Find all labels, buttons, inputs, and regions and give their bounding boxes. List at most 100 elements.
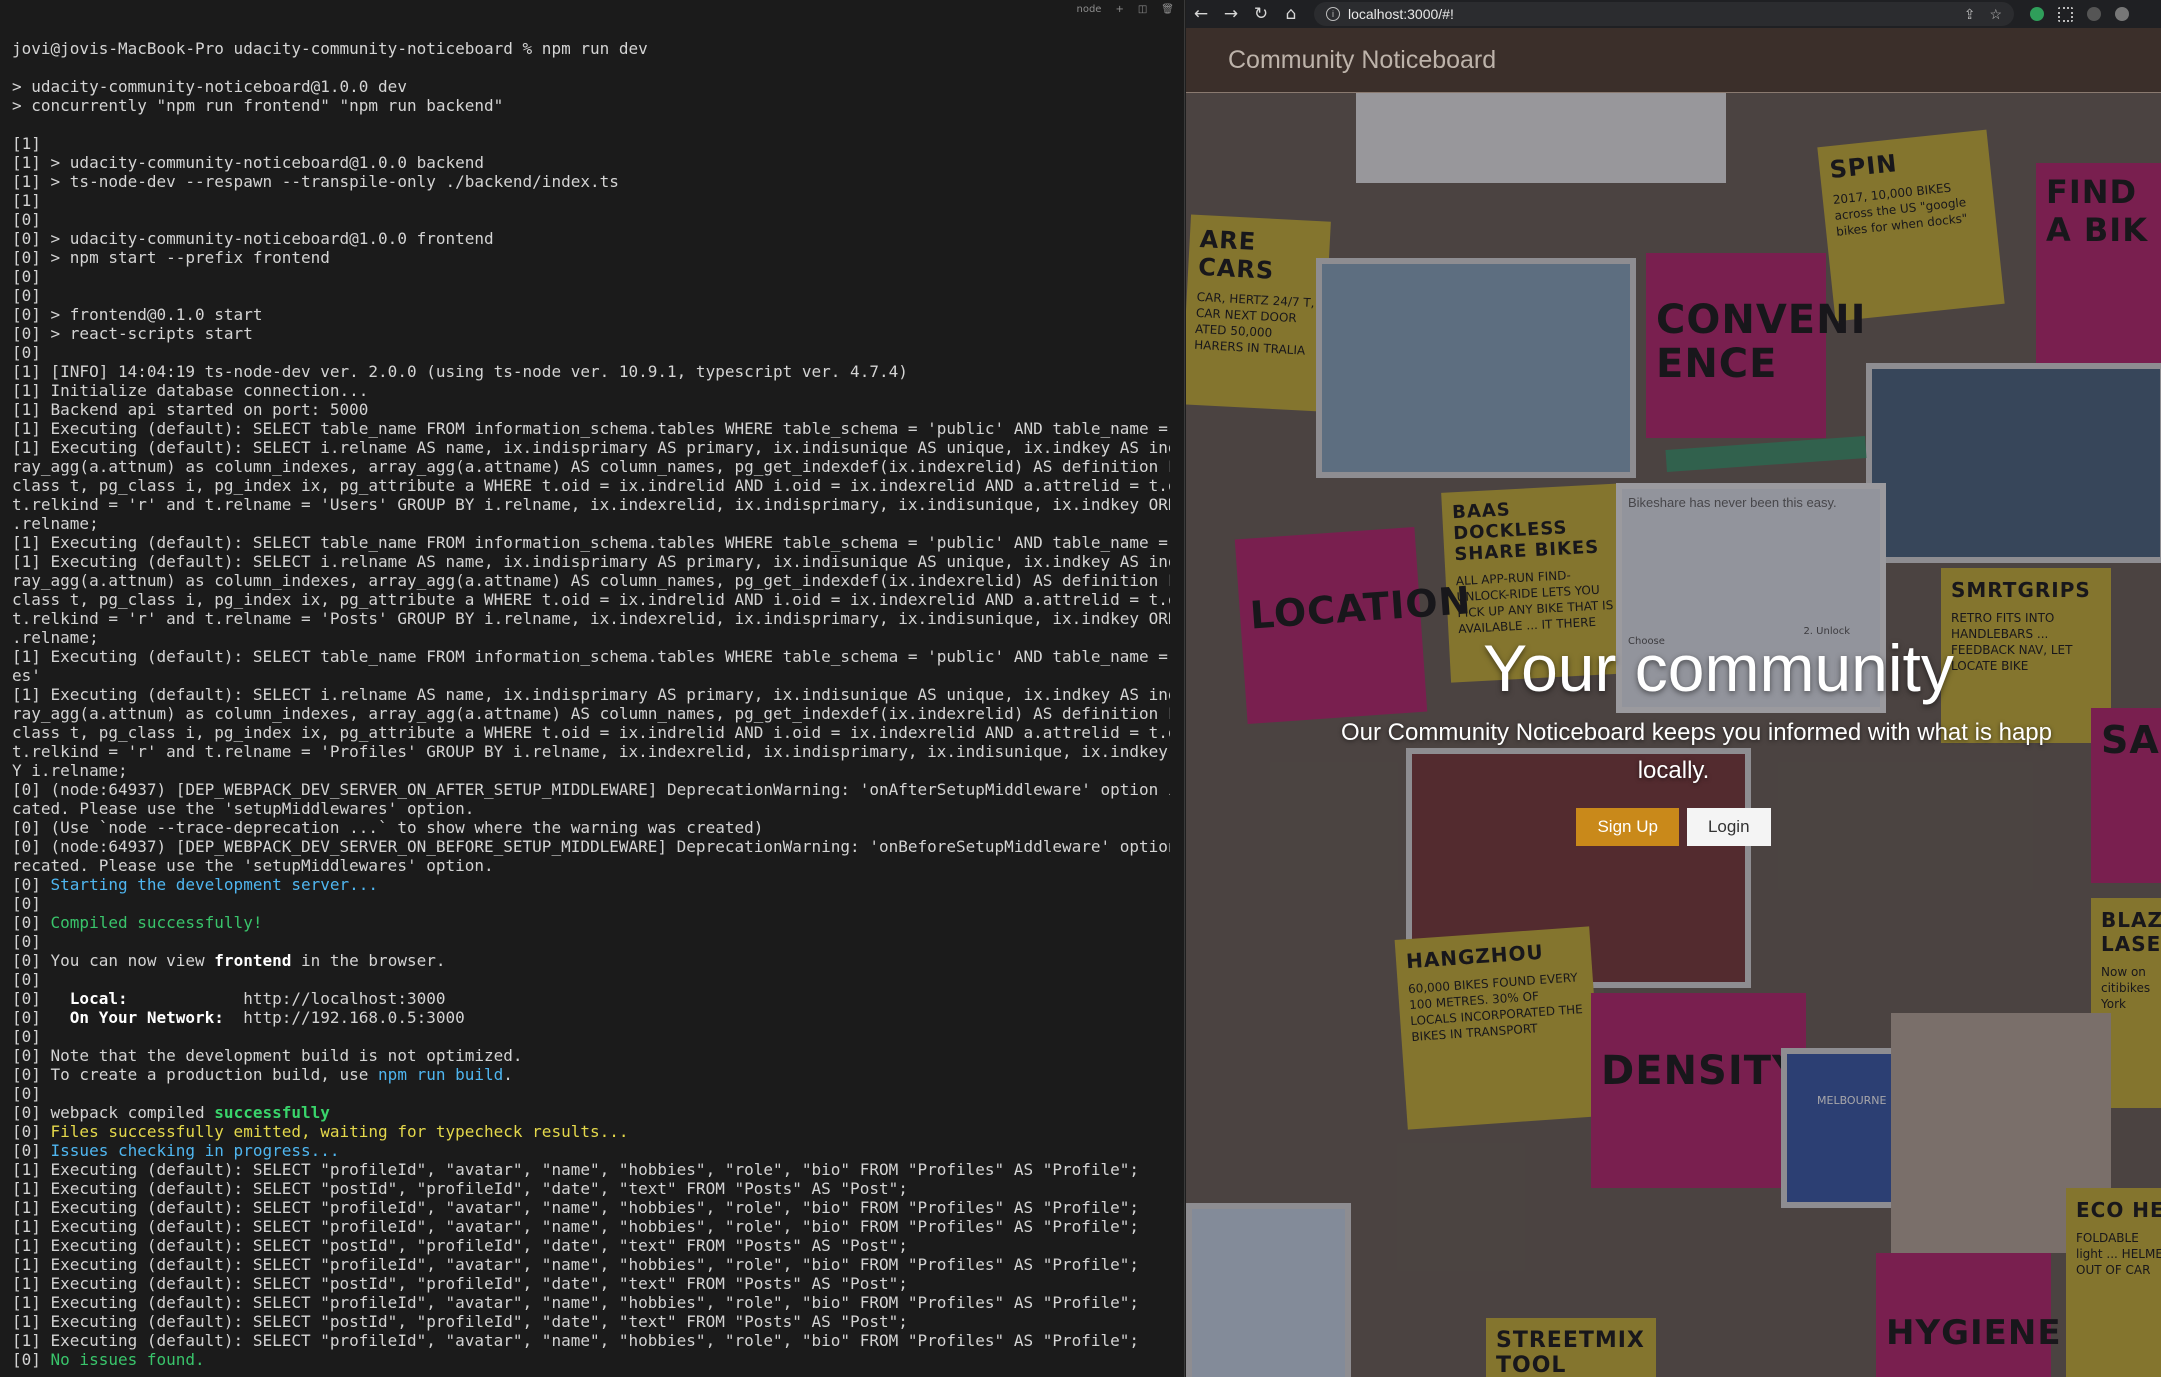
terminal-line: [1] Executing (default): SELECT "profile… <box>12 1198 1140 1217</box>
bookmark-star-icon[interactable]: ☆ <box>1989 6 2002 23</box>
hero-subtitle-line2: locally. <box>1637 757 1710 784</box>
extension-icon[interactable] <box>2087 7 2101 21</box>
home-icon[interactable]: ⌂ <box>1276 4 1306 24</box>
terminal-line: [1] Executing (default): SELECT "postId"… <box>12 1179 908 1198</box>
terminal-line: [1] Executing (default): SELECT table_na… <box>12 533 1170 552</box>
terminal-line: [0] Issues checking in progress... <box>12 1141 340 1160</box>
terminal-line: [1] Executing (default): SELECT "profile… <box>12 1217 1140 1236</box>
terminal-toolbar: node + ◫ 🗑 <box>0 0 1184 18</box>
web-page: Community Noticeboard ARE CARS CAR, HERTZ… <box>1186 28 2161 1377</box>
terminal-line: [1] Executing (default): SELECT table_na… <box>12 647 1170 666</box>
terminal-line: [1] <box>12 134 41 153</box>
terminal-pane[interactable]: node + ◫ 🗑 jovi@jovis-MacBook-Pro udacit… <box>0 0 1185 1377</box>
terminal-line: Y i.relname; <box>12 761 128 780</box>
profile-icon[interactable] <box>2115 7 2129 21</box>
terminal-line: [1] <box>12 191 41 210</box>
terminal-line: es' <box>12 666 41 685</box>
terminal-line: [1] > ts-node-dev --respawn --transpile-… <box>12 172 619 191</box>
split-icon[interactable]: ◫ <box>1138 4 1147 15</box>
terminal-line: .relname; <box>12 628 99 647</box>
terminal-line: [0] <box>12 286 41 305</box>
hero-title: Your community <box>1483 631 1954 705</box>
reload-icon[interactable]: ↻ <box>1246 4 1276 24</box>
terminal-line: [0] <box>12 343 41 362</box>
terminal-line: [1] > udacity-community-noticeboard@1.0.… <box>12 153 485 172</box>
terminal-line: [0] > frontend@0.1.0 start <box>12 305 263 324</box>
terminal-line: [0] To create a production build, use np… <box>12 1065 513 1084</box>
terminal-line: [0] (node:64937) [DEP_WEBPACK_DEV_SERVER… <box>12 837 1170 856</box>
terminal-line: [0] Compiled successfully! <box>12 913 263 932</box>
hero-section: Your community Our Community Noticeboard… <box>1186 628 2161 846</box>
login-button[interactable]: Login <box>1686 808 1771 846</box>
terminal-line: [0] > react-scripts start <box>12 324 253 343</box>
extension-green-icon[interactable] <box>2030 7 2044 21</box>
terminal-line: [1] Executing (default): SELECT "postId"… <box>12 1236 908 1255</box>
terminal-line: ray_agg(a.attnum) as column_indexes, arr… <box>12 571 1170 590</box>
address-bar[interactable]: i localhost:3000/#! ⇪ ☆ <box>1314 2 2014 26</box>
terminal-line: ray_agg(a.attnum) as column_indexes, arr… <box>12 457 1170 476</box>
terminal-line: [1] Executing (default): SELECT "profile… <box>12 1331 1140 1350</box>
terminal-line: > concurrently "npm run frontend" "npm r… <box>12 96 504 115</box>
terminal-line: [0] On Your Network: http://192.168.0.5:… <box>12 1008 465 1027</box>
terminal-line: [0] You can now view frontend in the bro… <box>12 951 446 970</box>
terminal-line: [1] Executing (default): SELECT "profile… <box>12 1255 1140 1274</box>
terminal-line: [1] Executing (default): SELECT table_na… <box>12 419 1170 438</box>
site-info-icon[interactable]: i <box>1326 7 1340 21</box>
terminal-line: recated. Please use the 'setupMiddleware… <box>12 856 494 875</box>
terminal-line: class t, pg_class i, pg_index ix, pg_att… <box>12 476 1170 495</box>
terminal-line: [1] Executing (default): SELECT i.relnam… <box>12 685 1170 704</box>
terminal-line: [1] Executing (default): SELECT i.relnam… <box>12 438 1170 457</box>
terminal-line: [0] <box>12 1027 41 1046</box>
forward-icon[interactable]: → <box>1216 4 1246 24</box>
terminal-line: [0] webpack compiled successfully <box>12 1103 330 1122</box>
terminal-line: class t, pg_class i, pg_index ix, pg_att… <box>12 723 1170 742</box>
terminal-line: [1] Executing (default): SELECT i.relnam… <box>12 552 1170 571</box>
terminal-line: t.relkind = 'r' and t.relname = 'Profile… <box>12 742 1170 761</box>
terminal-line: [0] Files successfully emitted, waiting … <box>12 1122 629 1141</box>
terminal-line: class t, pg_class i, pg_index ix, pg_att… <box>12 590 1170 609</box>
terminal-line: t.relkind = 'r' and t.relname = 'Posts' … <box>12 609 1170 628</box>
terminal-line: [0] (node:64937) [DEP_WEBPACK_DEV_SERVER… <box>12 780 1170 799</box>
terminal-line: [0] Starting the development server... <box>12 875 379 894</box>
terminal-line: ray_agg(a.attnum) as column_indexes, arr… <box>12 704 1170 723</box>
terminal-line: [0] <box>12 932 41 951</box>
terminal-line: [1] Initialize database connection... <box>12 381 369 400</box>
terminal-line: [0] No issues found. <box>12 1350 205 1369</box>
terminal-line: .relname; <box>12 514 99 533</box>
terminal-line: [1] Backend api started on port: 5000 <box>12 400 369 419</box>
terminal-line: [1] Executing (default): SELECT "profile… <box>12 1160 1140 1179</box>
trash-icon[interactable]: 🗑 <box>1161 4 1174 15</box>
terminal-line: [0] Local: http://localhost:3000 <box>12 989 446 1008</box>
hero-buttons: Sign Up Login <box>1186 808 2161 846</box>
terminal-line: t.relkind = 'r' and t.relname = 'Users' … <box>12 495 1170 514</box>
terminal-line: [0] > npm start --prefix frontend <box>12 248 330 267</box>
terminal-line: [0] <box>12 267 41 286</box>
terminal-line: [1] [INFO] 14:04:19 ts-node-dev ver. 2.0… <box>12 362 908 381</box>
site-brand[interactable]: Community Noticeboard <box>1228 46 1496 75</box>
terminal-line: > udacity-community-noticeboard@1.0.0 de… <box>12 77 407 96</box>
terminal-line: [0] > udacity-community-noticeboard@1.0.… <box>12 229 494 248</box>
terminal-line: [0] <box>12 894 41 913</box>
share-icon[interactable]: ⇪ <box>1964 6 1976 23</box>
site-navbar: Community Noticeboard <box>1186 28 2161 93</box>
url-text: localhost:3000/#! <box>1348 6 1454 22</box>
terminal-line: [0] <box>12 1084 41 1103</box>
terminal-line: [0] (Use `node --trace-deprecation ...` … <box>12 818 764 837</box>
terminal-tab-node[interactable]: node <box>1076 4 1101 15</box>
add-icon[interactable]: + <box>1115 4 1123 15</box>
terminal-line: [0] Note that the development build is n… <box>12 1046 523 1065</box>
terminal-line: [0] <box>12 970 41 989</box>
terminal-line: jovi@jovis-MacBook-Pro udacity-community… <box>12 39 648 58</box>
terminal-output: jovi@jovis-MacBook-Pro udacity-community… <box>12 39 1170 1369</box>
back-icon[interactable]: ← <box>1186 4 1216 24</box>
terminal-line: [0] <box>12 210 41 229</box>
terminal-line: cated. Please use the 'setupMiddlewares'… <box>12 799 475 818</box>
grid-icon[interactable] <box>2058 6 2073 22</box>
browser-window: ← → ↻ ⌂ i localhost:3000/#! ⇪ ☆ Communit… <box>1186 0 2161 1377</box>
signup-button[interactable]: Sign Up <box>1576 808 1679 846</box>
terminal-line: [1] Executing (default): SELECT "postId"… <box>12 1274 908 1293</box>
terminal-line: [1] Executing (default): SELECT "postId"… <box>12 1312 908 1331</box>
browser-toolbar: ← → ↻ ⌂ i localhost:3000/#! ⇪ ☆ <box>1186 0 2161 28</box>
